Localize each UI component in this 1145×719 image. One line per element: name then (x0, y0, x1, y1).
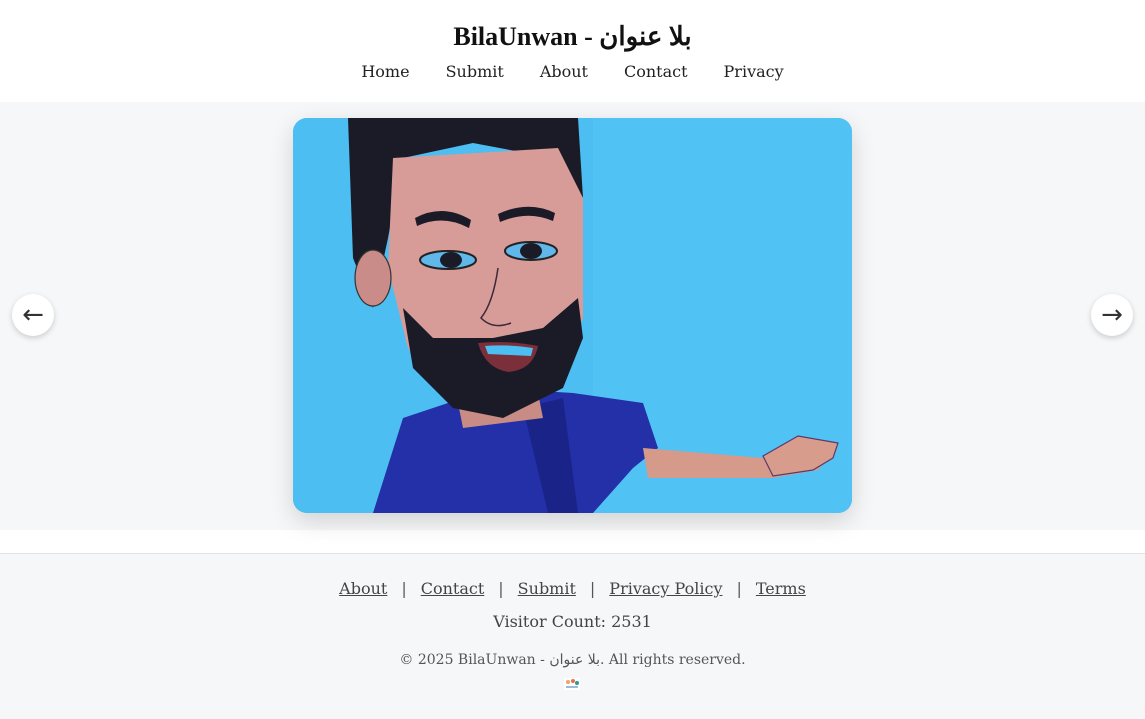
image-gallery: ← → (0, 102, 1145, 530)
nav-privacy[interactable]: Privacy (724, 62, 784, 81)
footer-separator: | (736, 579, 742, 598)
footer-link-submit[interactable]: Submit (518, 579, 576, 598)
nav-submit[interactable]: Submit (446, 62, 504, 81)
footer-link-contact[interactable]: Contact (421, 579, 485, 598)
next-arrow-button[interactable]: → (1091, 294, 1133, 336)
visitor-count: Visitor Count: 2531 (493, 612, 652, 631)
footer-separator: | (589, 579, 596, 598)
footer-link-about[interactable]: About (339, 579, 387, 598)
visitor-counter-badge-icon (564, 678, 580, 690)
site-header: BilaUnwan - بلا عنوان Home Submit About … (0, 0, 1145, 102)
nav-about[interactable]: About (540, 62, 588, 81)
nav-contact[interactable]: Contact (624, 62, 688, 81)
main-nav: Home Submit About Contact Privacy (0, 62, 1145, 81)
footer-links: About | Contact | Submit | Privacy Polic… (0, 579, 1145, 598)
gallery-image[interactable] (293, 118, 852, 513)
footer-separator: | (498, 579, 504, 598)
arrow-right-icon: → (1101, 300, 1123, 330)
footer-link-terms[interactable]: Terms (756, 579, 806, 598)
arrow-left-icon: ← (22, 300, 44, 330)
previous-arrow-button[interactable]: ← (12, 294, 54, 336)
footer-separator: | (401, 579, 407, 598)
footer-link-privacy-policy[interactable]: Privacy Policy (609, 579, 722, 598)
site-footer: About | Contact | Submit | Privacy Polic… (0, 554, 1145, 719)
site-title: BilaUnwan - بلا عنوان (453, 22, 692, 51)
copyright-text: © 2025 BilaUnwan - بلا عنوان. All rights… (399, 652, 746, 668)
nav-home[interactable]: Home (361, 62, 409, 81)
cartoon-portrait-illustration (293, 118, 852, 513)
